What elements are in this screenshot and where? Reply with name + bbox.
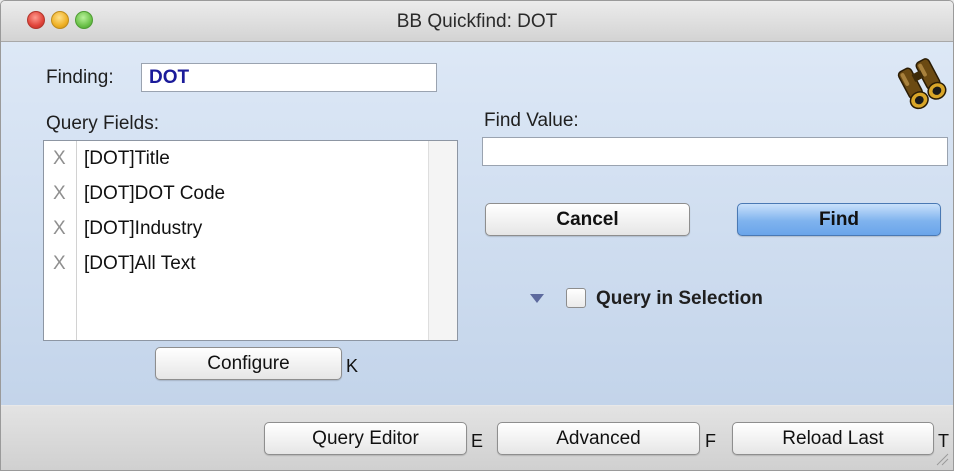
remove-mark[interactable]: X: [53, 218, 66, 240]
list-item[interactable]: X [DOT]All Text: [44, 247, 429, 281]
advanced-button[interactable]: Advanced: [497, 422, 700, 455]
reload-last-button[interactable]: Reload Last: [732, 422, 934, 455]
quickfind-window: BB Quickfind: DOT Finding: DOT Query Fie…: [0, 0, 954, 471]
query-field-name: [DOT]All Text: [84, 253, 196, 274]
advanced-shortcut: F: [705, 431, 716, 451]
query-field-name: [DOT]Title: [84, 148, 170, 169]
cancel-button[interactable]: Cancel: [485, 203, 690, 236]
list-item[interactable]: X [DOT]DOT Code: [44, 177, 429, 211]
finding-label: Finding:: [46, 67, 114, 88]
list-scrollbar[interactable]: [428, 141, 457, 340]
query-in-selection-checkbox[interactable]: [566, 288, 586, 308]
find-value-input[interactable]: [482, 137, 948, 166]
main-panel: Finding: DOT Query Fields: X [DOT]Title: [1, 42, 953, 405]
disclosure-triangle-icon[interactable]: [530, 294, 544, 303]
binoculars-icon: [897, 58, 947, 110]
list-item[interactable]: X [DOT]Industry: [44, 212, 429, 246]
query-field-name: [DOT]Industry: [84, 218, 203, 239]
query-fields-list[interactable]: X [DOT]Title X [DOT]DOT Code X [DOT]Indu…: [43, 140, 458, 341]
title-bar: BB Quickfind: DOT: [1, 1, 953, 42]
query-field-name: [DOT]DOT Code: [84, 183, 226, 204]
resize-grip-icon[interactable]: [935, 452, 949, 466]
find-value-label: Find Value:: [484, 110, 579, 131]
configure-shortcut: K: [346, 356, 359, 376]
finding-field[interactable]: DOT: [141, 63, 437, 92]
query-editor-button[interactable]: Query Editor: [264, 422, 467, 455]
reload-last-shortcut: T: [938, 431, 949, 451]
query-in-selection-label[interactable]: Query in Selection: [596, 288, 763, 310]
list-item[interactable]: X [DOT]Title: [44, 142, 429, 176]
remove-mark[interactable]: X: [53, 253, 66, 275]
configure-button[interactable]: Configure: [155, 347, 342, 380]
bottom-button-bar: Query Editor E Advanced F Reload Last T: [1, 406, 953, 470]
query-editor-shortcut: E: [471, 431, 484, 451]
remove-mark[interactable]: X: [53, 183, 66, 205]
query-fields-label: Query Fields:: [46, 113, 159, 134]
window-title: BB Quickfind: DOT: [396, 11, 558, 32]
remove-mark[interactable]: X: [53, 148, 66, 170]
find-button[interactable]: Find: [737, 203, 941, 236]
